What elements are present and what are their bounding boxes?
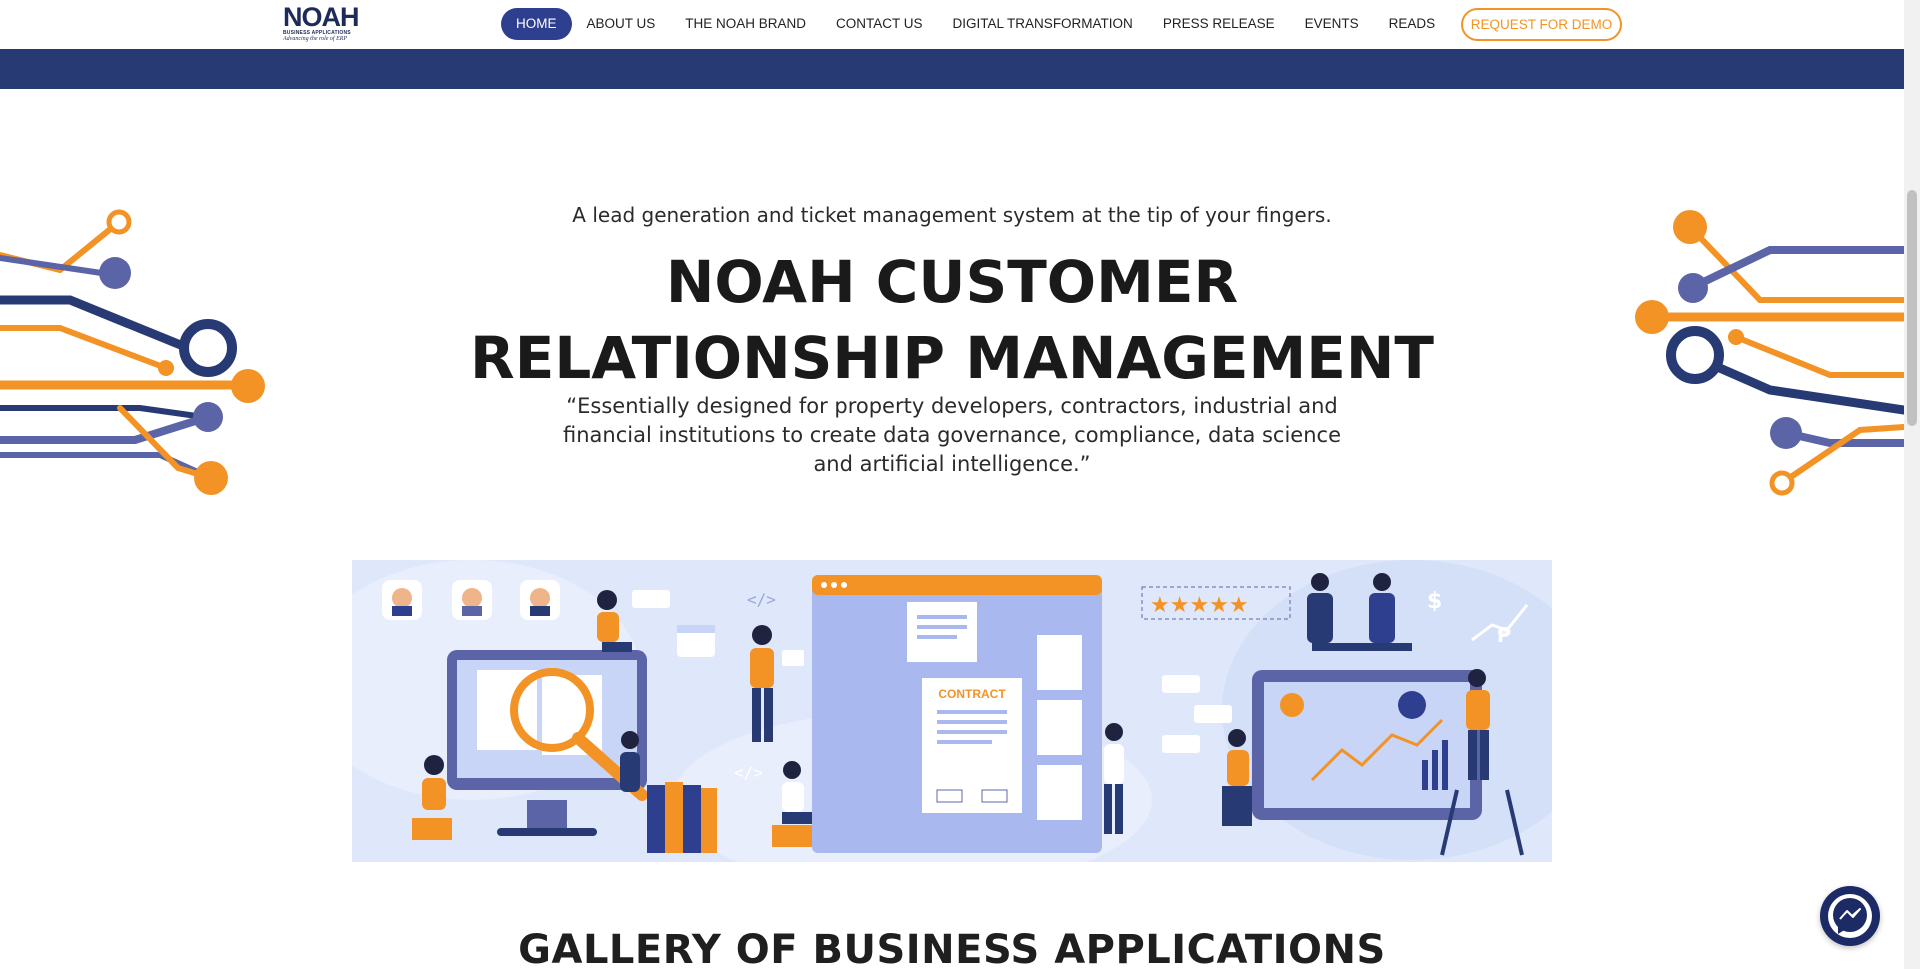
circuit-node: [194, 461, 228, 495]
hero-title: NOAH CUSTOMER RELATIONSHIP MANAGEMENT: [0, 244, 1904, 396]
header-band: [0, 49, 1904, 89]
hero-subtitle: A lead generation and ticket management …: [572, 203, 1332, 227]
nav-home[interactable]: HOME: [501, 8, 572, 40]
avatar-cards: [382, 580, 560, 620]
nav-contact-us[interactable]: CONTACT US: [821, 8, 938, 40]
code-tag-top: </>: [747, 590, 776, 609]
scrollbar-thumb[interactable]: [1907, 190, 1917, 426]
noah-logo[interactable]: NOAH BUSINESS APPLICATIONS Advancing the…: [283, 2, 363, 45]
messenger-chat-button[interactable]: [1820, 886, 1880, 946]
calendar-icon: [677, 625, 715, 657]
top-navbar: NOAH BUSINESS APPLICATIONS Advancing the…: [0, 0, 1904, 49]
nav-reads[interactable]: READS: [1374, 8, 1451, 40]
messenger-icon: [1828, 894, 1872, 938]
main-nav: HOME ABOUT US THE NOAH BRAND CONTACT US …: [501, 8, 1450, 40]
nav-digital-transformation[interactable]: DIGITAL TRANSFORMATION: [938, 8, 1148, 40]
svg-text:★★★★★: ★★★★★: [1150, 593, 1249, 618]
monitor-left: [447, 650, 648, 836]
logo-wordmark: NOAH: [283, 2, 360, 32]
circuit-node: [1769, 470, 1795, 496]
circuit-node: [193, 402, 223, 432]
document-board: CONTRACT: [812, 575, 1102, 853]
nav-events[interactable]: EVENTS: [1290, 8, 1374, 40]
logo-tagline: Advancing the role of ERP: [283, 36, 348, 42]
nav-about-us[interactable]: ABOUT US: [572, 8, 671, 40]
hero-title-line2: RELATIONSHIP MANAGEMENT: [470, 324, 1434, 392]
binders: [647, 782, 717, 853]
contract-label: CONTRACT: [938, 687, 1006, 701]
nav-the-noah-brand[interactable]: THE NOAH BRAND: [670, 8, 821, 40]
crm-illustration: </> </> CONTRACT ★★★★★ $ ₱: [352, 560, 1552, 862]
gallery-title: GALLERY OF BUSINESS APPLICATIONS: [518, 927, 1386, 969]
hero-title-line1: NOAH CUSTOMER: [665, 248, 1239, 316]
nav-press-release[interactable]: PRESS RELEASE: [1148, 8, 1290, 40]
page-scrollbar[interactable]: [1904, 0, 1920, 969]
analytics-monitor: [1252, 670, 1482, 820]
request-demo-button[interactable]: REQUEST FOR DEMO: [1461, 8, 1622, 41]
crm-illustration-banner: </> </> CONTRACT ★★★★★ $ ₱: [352, 560, 1552, 862]
hero-quote: “Essentially designed for property devel…: [562, 394, 1341, 476]
dollar-icon: $: [1427, 589, 1442, 614]
circuit-node: [1770, 417, 1802, 449]
code-tag-bottom: </>: [734, 763, 763, 782]
